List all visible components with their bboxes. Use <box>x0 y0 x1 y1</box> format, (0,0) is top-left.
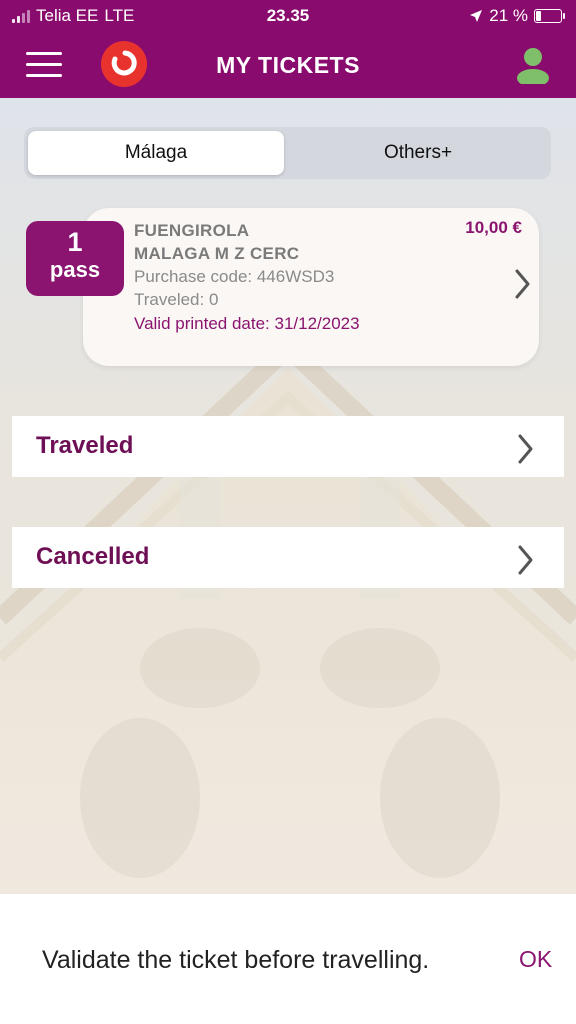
status-bar: Telia EE LTE 23.35 21 % <box>0 0 576 32</box>
pass-count: 1 <box>67 227 83 257</box>
snackbar-message: Validate the ticket before travelling. <box>42 946 430 974</box>
location-segmented-control: Málaga Others+ <box>24 127 551 179</box>
page-title: MY TICKETS <box>216 52 360 78</box>
cancelled-label: Cancelled <box>36 543 150 570</box>
location-arrow-icon <box>470 10 483 22</box>
user-profile-icon[interactable] <box>516 46 550 87</box>
pass-label: pass <box>49 257 101 282</box>
ticket-price: 10,00 € <box>465 218 522 237</box>
ticket-destination: MALAGA M Z CERC <box>134 244 300 263</box>
top-bar: Telia EE LTE 23.35 21 % MY TICKETS <box>0 0 576 98</box>
tab-others[interactable]: Others+ <box>290 131 546 175</box>
snackbar-ok-button[interactable]: OK <box>519 946 552 973</box>
ticket-card[interactable]: FUENGIROLA MALAGA M Z CERC Purchase code… <box>83 208 539 366</box>
battery-icon <box>534 9 565 23</box>
status-right: 21 % <box>469 6 565 26</box>
traveled-row[interactable]: Traveled <box>12 416 564 477</box>
ticket-purchase-code: Purchase code: 446WSD3 <box>134 267 335 286</box>
pass-count-badge: 1 pass <box>26 221 124 296</box>
chevron-right-icon <box>515 269 530 299</box>
chevron-right-icon <box>518 545 533 575</box>
ticket-traveled: Traveled: 0 <box>134 290 219 309</box>
chevron-right-icon <box>518 434 533 464</box>
ticket-valid-date: Valid printed date: 31/12/2023 <box>134 314 360 333</box>
battery-percent: 21 % <box>489 6 528 25</box>
cancelled-row[interactable]: Cancelled <box>12 527 564 588</box>
traveled-label: Traveled <box>36 432 134 459</box>
app-header: MY TICKETS <box>0 32 576 98</box>
tab-malaga[interactable]: Málaga <box>28 131 284 175</box>
validation-snackbar: Validate the ticket before travelling. O… <box>0 894 576 1024</box>
ticket-origin: FUENGIROLA <box>134 221 250 240</box>
